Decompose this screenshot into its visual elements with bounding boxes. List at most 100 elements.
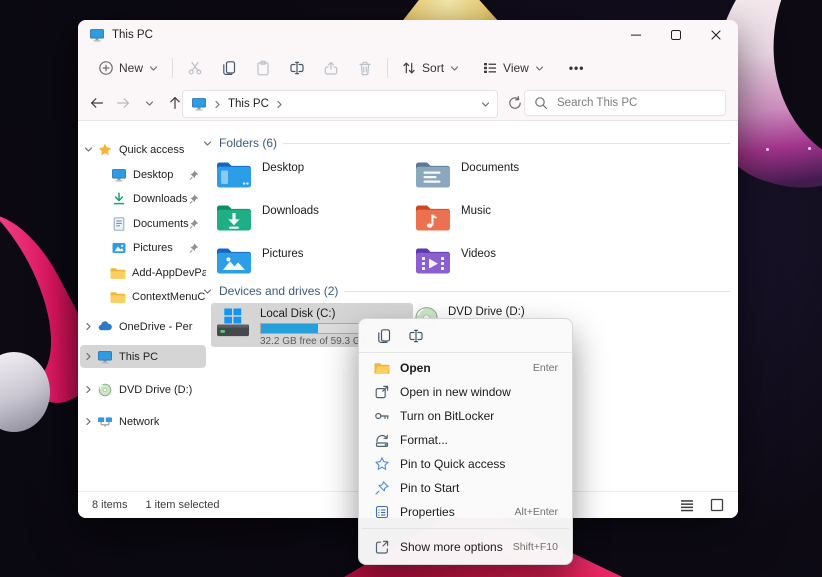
menu-item-open-in-new-window[interactable]: Open in new window <box>363 380 568 404</box>
wallpaper-dot <box>808 147 811 150</box>
sidebar-item-documents[interactable]: Documents <box>80 212 206 235</box>
paste-icon <box>255 60 271 76</box>
copy-button[interactable] <box>212 54 246 82</box>
view-button[interactable]: View <box>474 54 553 82</box>
doc-page-icon <box>110 216 128 232</box>
recent-locations-button[interactable] <box>136 90 162 116</box>
chevron-right-icon[interactable] <box>80 416 96 427</box>
breadcrumb-this-pc[interactable]: This PC <box>228 98 269 110</box>
rename-icon <box>289 60 305 76</box>
wallpaper-dot <box>766 148 769 151</box>
sidebar-item-desktop[interactable]: Desktop <box>80 163 206 186</box>
pinned-icon <box>188 218 200 230</box>
menu-item-properties[interactable]: PropertiesAlt+Enter <box>363 500 568 524</box>
new-button[interactable]: New <box>90 54 167 82</box>
details-view-button[interactable] <box>676 495 698 515</box>
window-title: This PC <box>112 29 153 41</box>
bitlocker-icon <box>373 408 390 424</box>
copy-icon <box>221 60 237 76</box>
bf-desktop-icon <box>215 158 253 194</box>
sidebar-item-label: ContextMenuCust <box>132 291 206 303</box>
sidebar-item-dvd-drive-d-ccco[interactable]: DVD Drive (D:) CCCO <box>80 378 206 401</box>
disc-small-icon <box>96 382 114 398</box>
folder-tile-downloads[interactable]: Downloads <box>215 201 407 237</box>
chevron-down-icon <box>144 98 155 109</box>
bf-documents-icon <box>414 158 452 194</box>
breadcrumb[interactable]: This PC <box>182 90 498 118</box>
pic-small-icon <box>110 240 128 256</box>
folder-tile-label: Desktop <box>262 162 304 194</box>
onedrive-cloud-icon <box>96 319 114 335</box>
rename-button[interactable] <box>280 54 314 82</box>
folder-tile-label: Documents <box>461 162 519 194</box>
local-disk-free-space: 32.2 GB free of 59.3 GB <box>260 336 372 347</box>
menu-item-open[interactable]: Open Enter <box>363 356 568 380</box>
chevron-right-icon[interactable] <box>80 351 96 362</box>
rename-quick-button[interactable] <box>408 328 424 344</box>
details-view-icon <box>679 497 695 513</box>
sort-button[interactable]: Sort <box>393 54 468 82</box>
monitor-icon <box>110 167 128 183</box>
this-pc-icon <box>89 27 105 43</box>
bf-pictures-icon <box>215 244 253 280</box>
sidebar-item-label: Pictures <box>133 242 173 254</box>
menu-item-pin-to-quick-access[interactable]: Pin to Quick access <box>363 452 568 476</box>
maximize-button[interactable] <box>656 20 696 50</box>
folders-section-header[interactable]: Folders (6) <box>202 134 730 152</box>
folder-tile-desktop[interactable]: Desktop <box>215 158 407 194</box>
sidebar-item-downloads[interactable]: Downloads <box>80 187 206 210</box>
search-icon <box>533 95 549 111</box>
large-icons-view-icon <box>709 497 725 513</box>
paste-button[interactable] <box>246 54 280 82</box>
address-history-icon[interactable] <box>480 99 491 110</box>
menu-item-shortcut: Shift+F10 <box>513 541 558 553</box>
sidebar-item-onedrive-personal[interactable]: OneDrive - Personal <box>80 315 206 338</box>
sort-icon <box>401 60 417 76</box>
menu-item-label: Open <box>400 361 431 375</box>
folder-tile-documents[interactable]: Documents <box>414 158 606 194</box>
sidebar-item-contextmenucust[interactable]: ContextMenuCust <box>80 285 206 308</box>
back-button[interactable] <box>84 90 110 116</box>
search-input[interactable] <box>555 96 717 110</box>
chevron-down-icon[interactable] <box>80 144 96 155</box>
menu-item-turn-on-bitlocker[interactable]: Turn on BitLocker <box>363 404 568 428</box>
context-menu: Open Enter Open in new windowTurn on BitLo… <box>358 318 573 565</box>
delete-icon <box>357 60 373 76</box>
share-button[interactable] <box>314 54 348 82</box>
toolbar-divider <box>387 58 388 78</box>
pin-icon <box>373 480 390 496</box>
capacity-fill <box>261 324 318 333</box>
chevron-right-icon[interactable] <box>80 321 96 332</box>
menu-item-pin-to-start[interactable]: Pin to Start <box>363 476 568 500</box>
forward-button[interactable] <box>110 90 136 116</box>
chevron-right-icon[interactable] <box>80 384 96 395</box>
sidebar-item-quick-access[interactable]: Quick access <box>80 138 206 161</box>
more-icon <box>373 539 390 555</box>
delete-button[interactable] <box>348 54 382 82</box>
copy-quick-button[interactable] <box>376 328 392 344</box>
up-icon <box>167 95 183 111</box>
menu-item-show-more-options[interactable]: Show more optionsShift+F10 <box>363 535 568 559</box>
folder-gold-icon <box>109 289 127 305</box>
large-icons-view-button[interactable] <box>706 495 728 515</box>
breadcrumb-separator-icon <box>274 99 285 110</box>
menu-item-shortcut: Enter <box>533 362 558 374</box>
sidebar-item-add-appdevpacka[interactable]: Add-AppDevPacka <box>80 261 206 284</box>
cut-button[interactable] <box>178 54 212 82</box>
format-icon <box>373 432 390 448</box>
folder-tile-videos[interactable]: Videos <box>414 244 606 280</box>
folder-tile-label: Pictures <box>262 248 304 280</box>
sidebar-item-this-pc[interactable]: This PC <box>80 345 206 368</box>
close-button[interactable] <box>696 20 736 50</box>
sidebar-item-label: Downloads <box>133 193 187 205</box>
sidebar-item-network[interactable]: Network <box>80 410 206 433</box>
sidebar-item-pictures[interactable]: Pictures <box>80 236 206 259</box>
minimize-button[interactable] <box>616 20 656 50</box>
devices-section-header[interactable]: Devices and drives (2) <box>202 282 730 300</box>
folder-tile-music[interactable]: Music <box>414 201 606 237</box>
chevron-down-icon <box>449 63 460 74</box>
menu-item-format[interactable]: Format... <box>363 428 568 452</box>
see-more-button[interactable]: ••• <box>561 54 593 82</box>
folder-tile-pictures[interactable]: Pictures <box>215 244 407 280</box>
desktop: This PC New Sort View ••• <box>0 0 822 577</box>
